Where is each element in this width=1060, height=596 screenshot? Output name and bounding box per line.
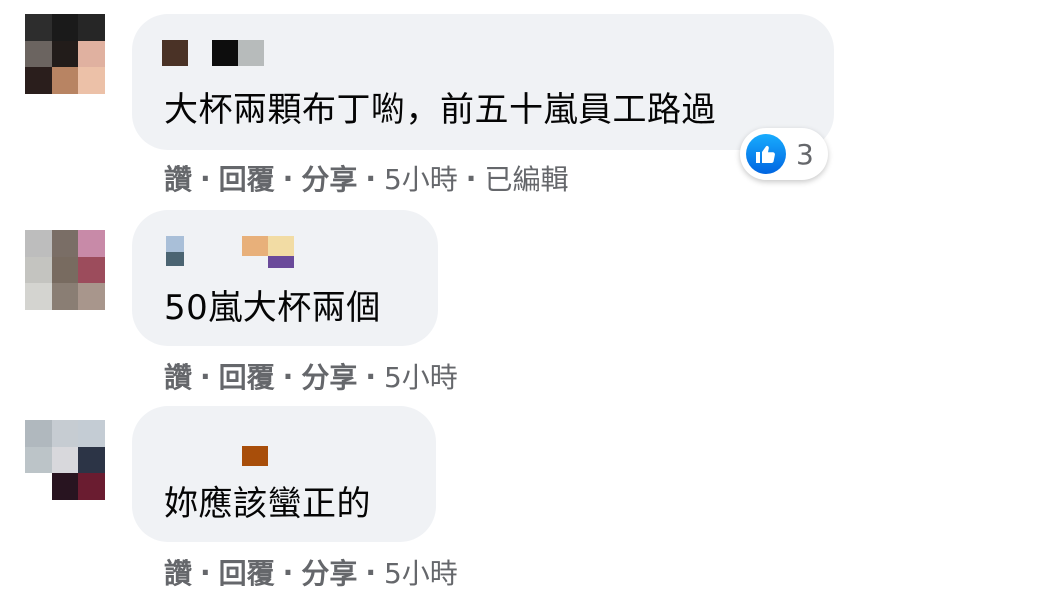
reaction-count: 3 xyxy=(796,137,814,171)
timestamp[interactable]: 5小時 xyxy=(384,552,458,592)
like-icon xyxy=(746,134,786,174)
like-button[interactable]: 讚 xyxy=(164,356,192,396)
edited-label[interactable]: 已編輯 xyxy=(484,158,568,198)
comment-actions: 讚 · 回覆 · 分享 · 5小時 xyxy=(164,552,458,592)
share-button[interactable]: 分享 xyxy=(301,552,357,592)
comment-bubble: 50嵐大杯兩個 xyxy=(132,210,438,346)
like-button[interactable]: 讚 xyxy=(164,552,192,592)
share-button[interactable]: 分享 xyxy=(301,356,357,396)
avatar[interactable] xyxy=(25,14,105,94)
separator: · xyxy=(282,555,294,589)
comment-actions: 讚 · 回覆 · 分享 · 5小時 xyxy=(164,356,458,396)
comment-text: 妳應該蠻正的 xyxy=(164,484,371,524)
timestamp[interactable]: 5小時 xyxy=(384,356,458,396)
comment-text: 50嵐大杯兩個 xyxy=(164,288,381,328)
like-button[interactable]: 讚 xyxy=(164,158,192,198)
reply-button[interactable]: 回覆 xyxy=(219,356,275,396)
separator: · xyxy=(465,161,477,195)
separator: · xyxy=(200,359,211,393)
share-button[interactable]: 分享 xyxy=(301,158,357,198)
separator: · xyxy=(200,161,211,195)
comment-actions: 讚 · 回覆 · 分享 · 5小時 · 已編輯 xyxy=(164,158,568,198)
separator: · xyxy=(365,161,376,195)
reaction-summary[interactable]: 3 xyxy=(740,128,828,180)
separator: · xyxy=(365,555,376,589)
separator: · xyxy=(282,359,294,393)
avatar[interactable] xyxy=(25,420,105,500)
avatar[interactable] xyxy=(25,230,105,310)
separator: · xyxy=(365,359,376,393)
reply-button[interactable]: 回覆 xyxy=(219,158,275,198)
separator: · xyxy=(282,161,294,195)
comment-bubble: 妳應該蠻正的 xyxy=(132,406,436,542)
comment-bubble: 大杯兩顆布丁喲，前五十嵐員工路過 xyxy=(132,14,834,150)
separator: · xyxy=(200,555,211,589)
reply-button[interactable]: 回覆 xyxy=(219,552,275,592)
comment-text: 大杯兩顆布丁喲，前五十嵐員工路過 xyxy=(164,90,716,130)
timestamp[interactable]: 5小時 xyxy=(384,158,458,198)
